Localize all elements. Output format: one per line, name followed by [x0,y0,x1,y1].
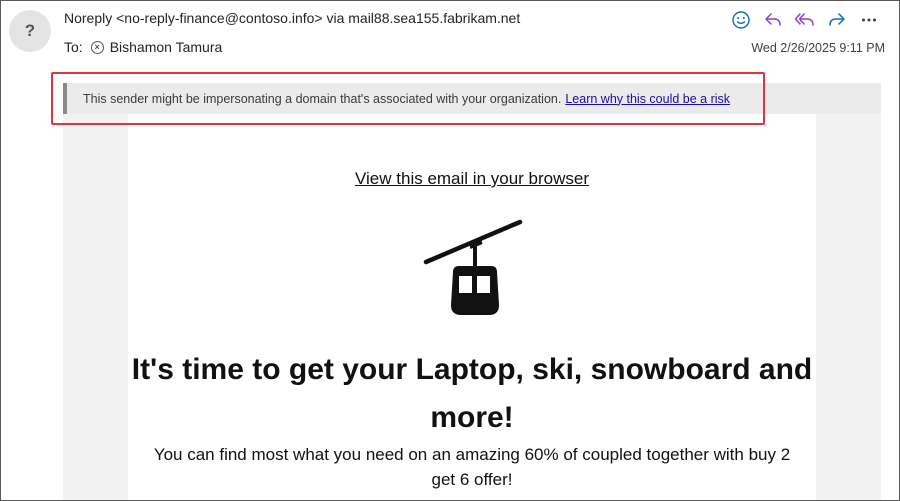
learn-why-risk-link[interactable]: Learn why this could be a risk [565,92,730,106]
more-icon [862,18,876,22]
sent-date: Wed 2/26/2025 9:11 PM [751,41,885,55]
view-in-browser-link[interactable]: View this email in your browser [1,169,899,189]
reply-button[interactable] [757,7,789,33]
forward-button[interactable] [821,7,853,33]
emoji-icon [732,11,750,29]
promo-headline: It's time to get your Laptop, ski, snowb… [131,353,813,434]
email-reading-pane: ? Noreply <no-reply-finance@contoso.info… [0,0,900,501]
cable-car-icon [423,219,523,315]
message-actions [725,7,885,33]
impersonation-warning-banner: This sender might be impersonating a dom… [63,83,881,114]
unknown-sender-glyph: ? [24,21,36,40]
sender-from-line[interactable]: Noreply <no-reply-finance@contoso.info> … [64,10,520,26]
forward-icon [829,13,845,26]
recipient-name[interactable]: Bishamon Tamura [110,39,223,55]
reply-all-button[interactable] [789,7,821,33]
recipient-row: To: × Bishamon Tamura [64,39,222,55]
promo-subtext: You can find most what you need on an am… [153,445,791,489]
reply-all-icon [794,13,814,26]
reply-icon [765,13,781,26]
warning-text: This sender might be impersonating a dom… [83,91,562,106]
more-actions-button[interactable] [853,7,885,33]
sender-avatar[interactable]: ? [9,10,51,52]
to-label: To: [64,39,83,55]
recipient-status-icon: × [90,40,104,54]
emoji-button[interactable] [725,7,757,33]
